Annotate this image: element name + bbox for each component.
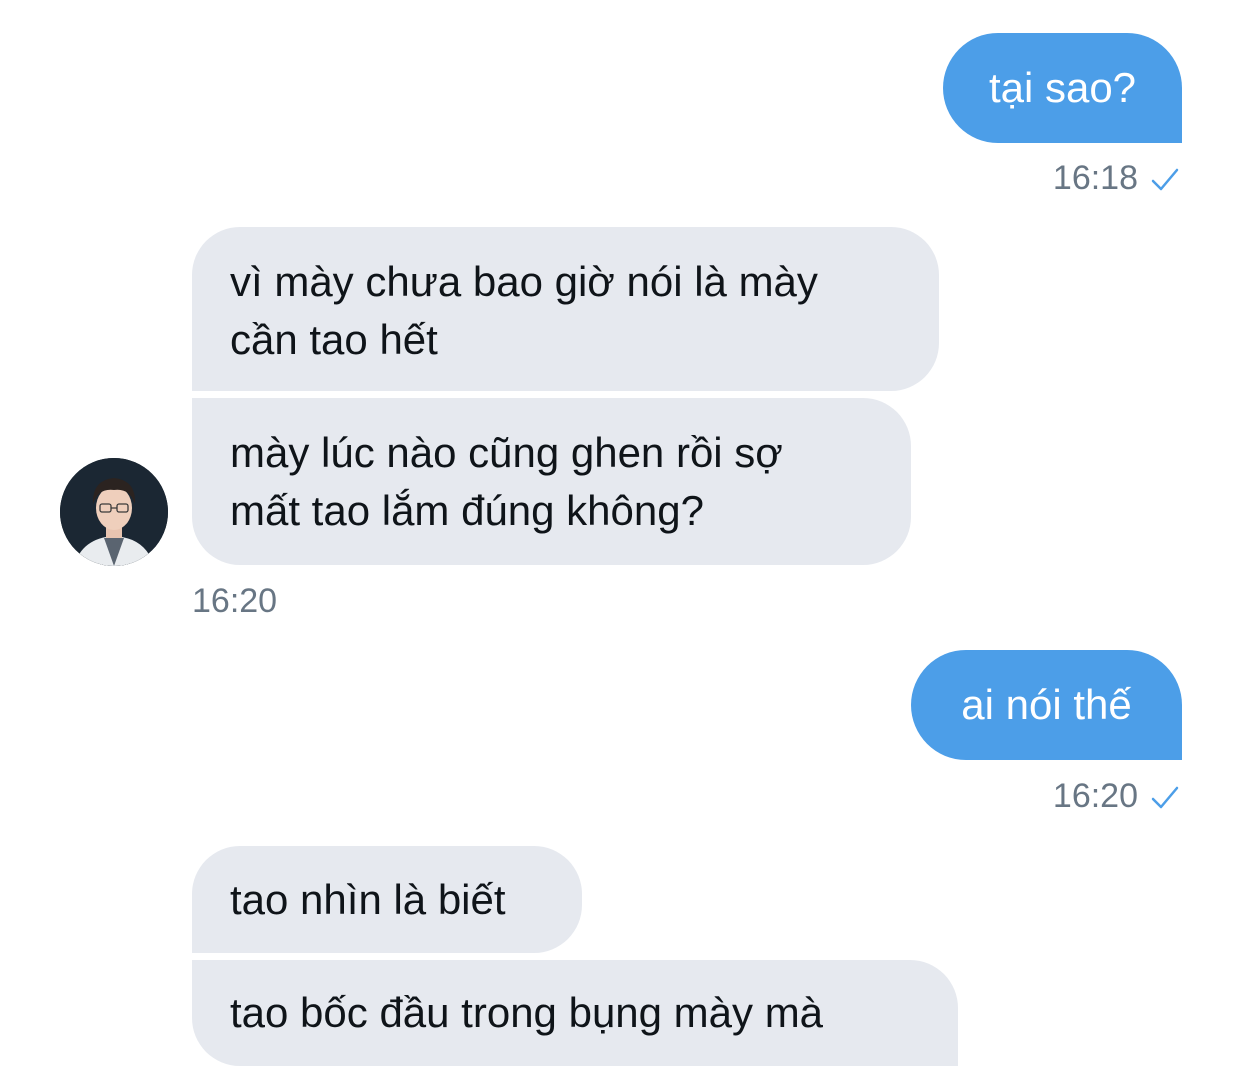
check-icon	[1150, 780, 1180, 820]
sent-message-bubble[interactable]: ai nói thế	[911, 650, 1182, 760]
message-text: ai nói thế	[961, 681, 1132, 728]
message-line: tao nhìn là biết	[230, 875, 506, 923]
received-message-bubble[interactable]: vì mày chưa bao giờ nói là mày cần tao h…	[192, 227, 939, 391]
check-icon	[1150, 162, 1180, 202]
message-line: cần tao hết	[230, 316, 438, 363]
contact-avatar[interactable]	[60, 458, 168, 566]
received-message-bubble[interactable]: mày lúc nào cũng ghen rồi sợ mất tao lắm…	[192, 398, 911, 565]
message-line: mất tao lắm đúng không?	[230, 487, 704, 534]
message-line: tao bốc đầu trong bụng mày mà	[230, 989, 824, 1036]
received-message-bubble[interactable]: tao bốc đầu trong bụng mày mà	[192, 960, 958, 1066]
avatar-image	[60, 458, 168, 566]
message-timestamp: 16:18	[1053, 158, 1180, 202]
received-message-bubble[interactable]: tao nhìn là biết	[192, 846, 582, 953]
message-timestamp: 16:20	[192, 582, 278, 620]
timestamp-text: 16:20	[1052, 777, 1138, 815]
timestamp-text: 16:18	[1052, 159, 1138, 197]
message-timestamp: 16:20	[1053, 776, 1180, 820]
message-line: mày lúc nào cũng ghen rồi sợ	[230, 429, 783, 476]
message-text: tại sao?	[988, 64, 1137, 111]
message-line: vì mày chưa bao giờ nói là mày	[230, 258, 818, 305]
sent-message-bubble[interactable]: tại sao?	[943, 33, 1182, 143]
